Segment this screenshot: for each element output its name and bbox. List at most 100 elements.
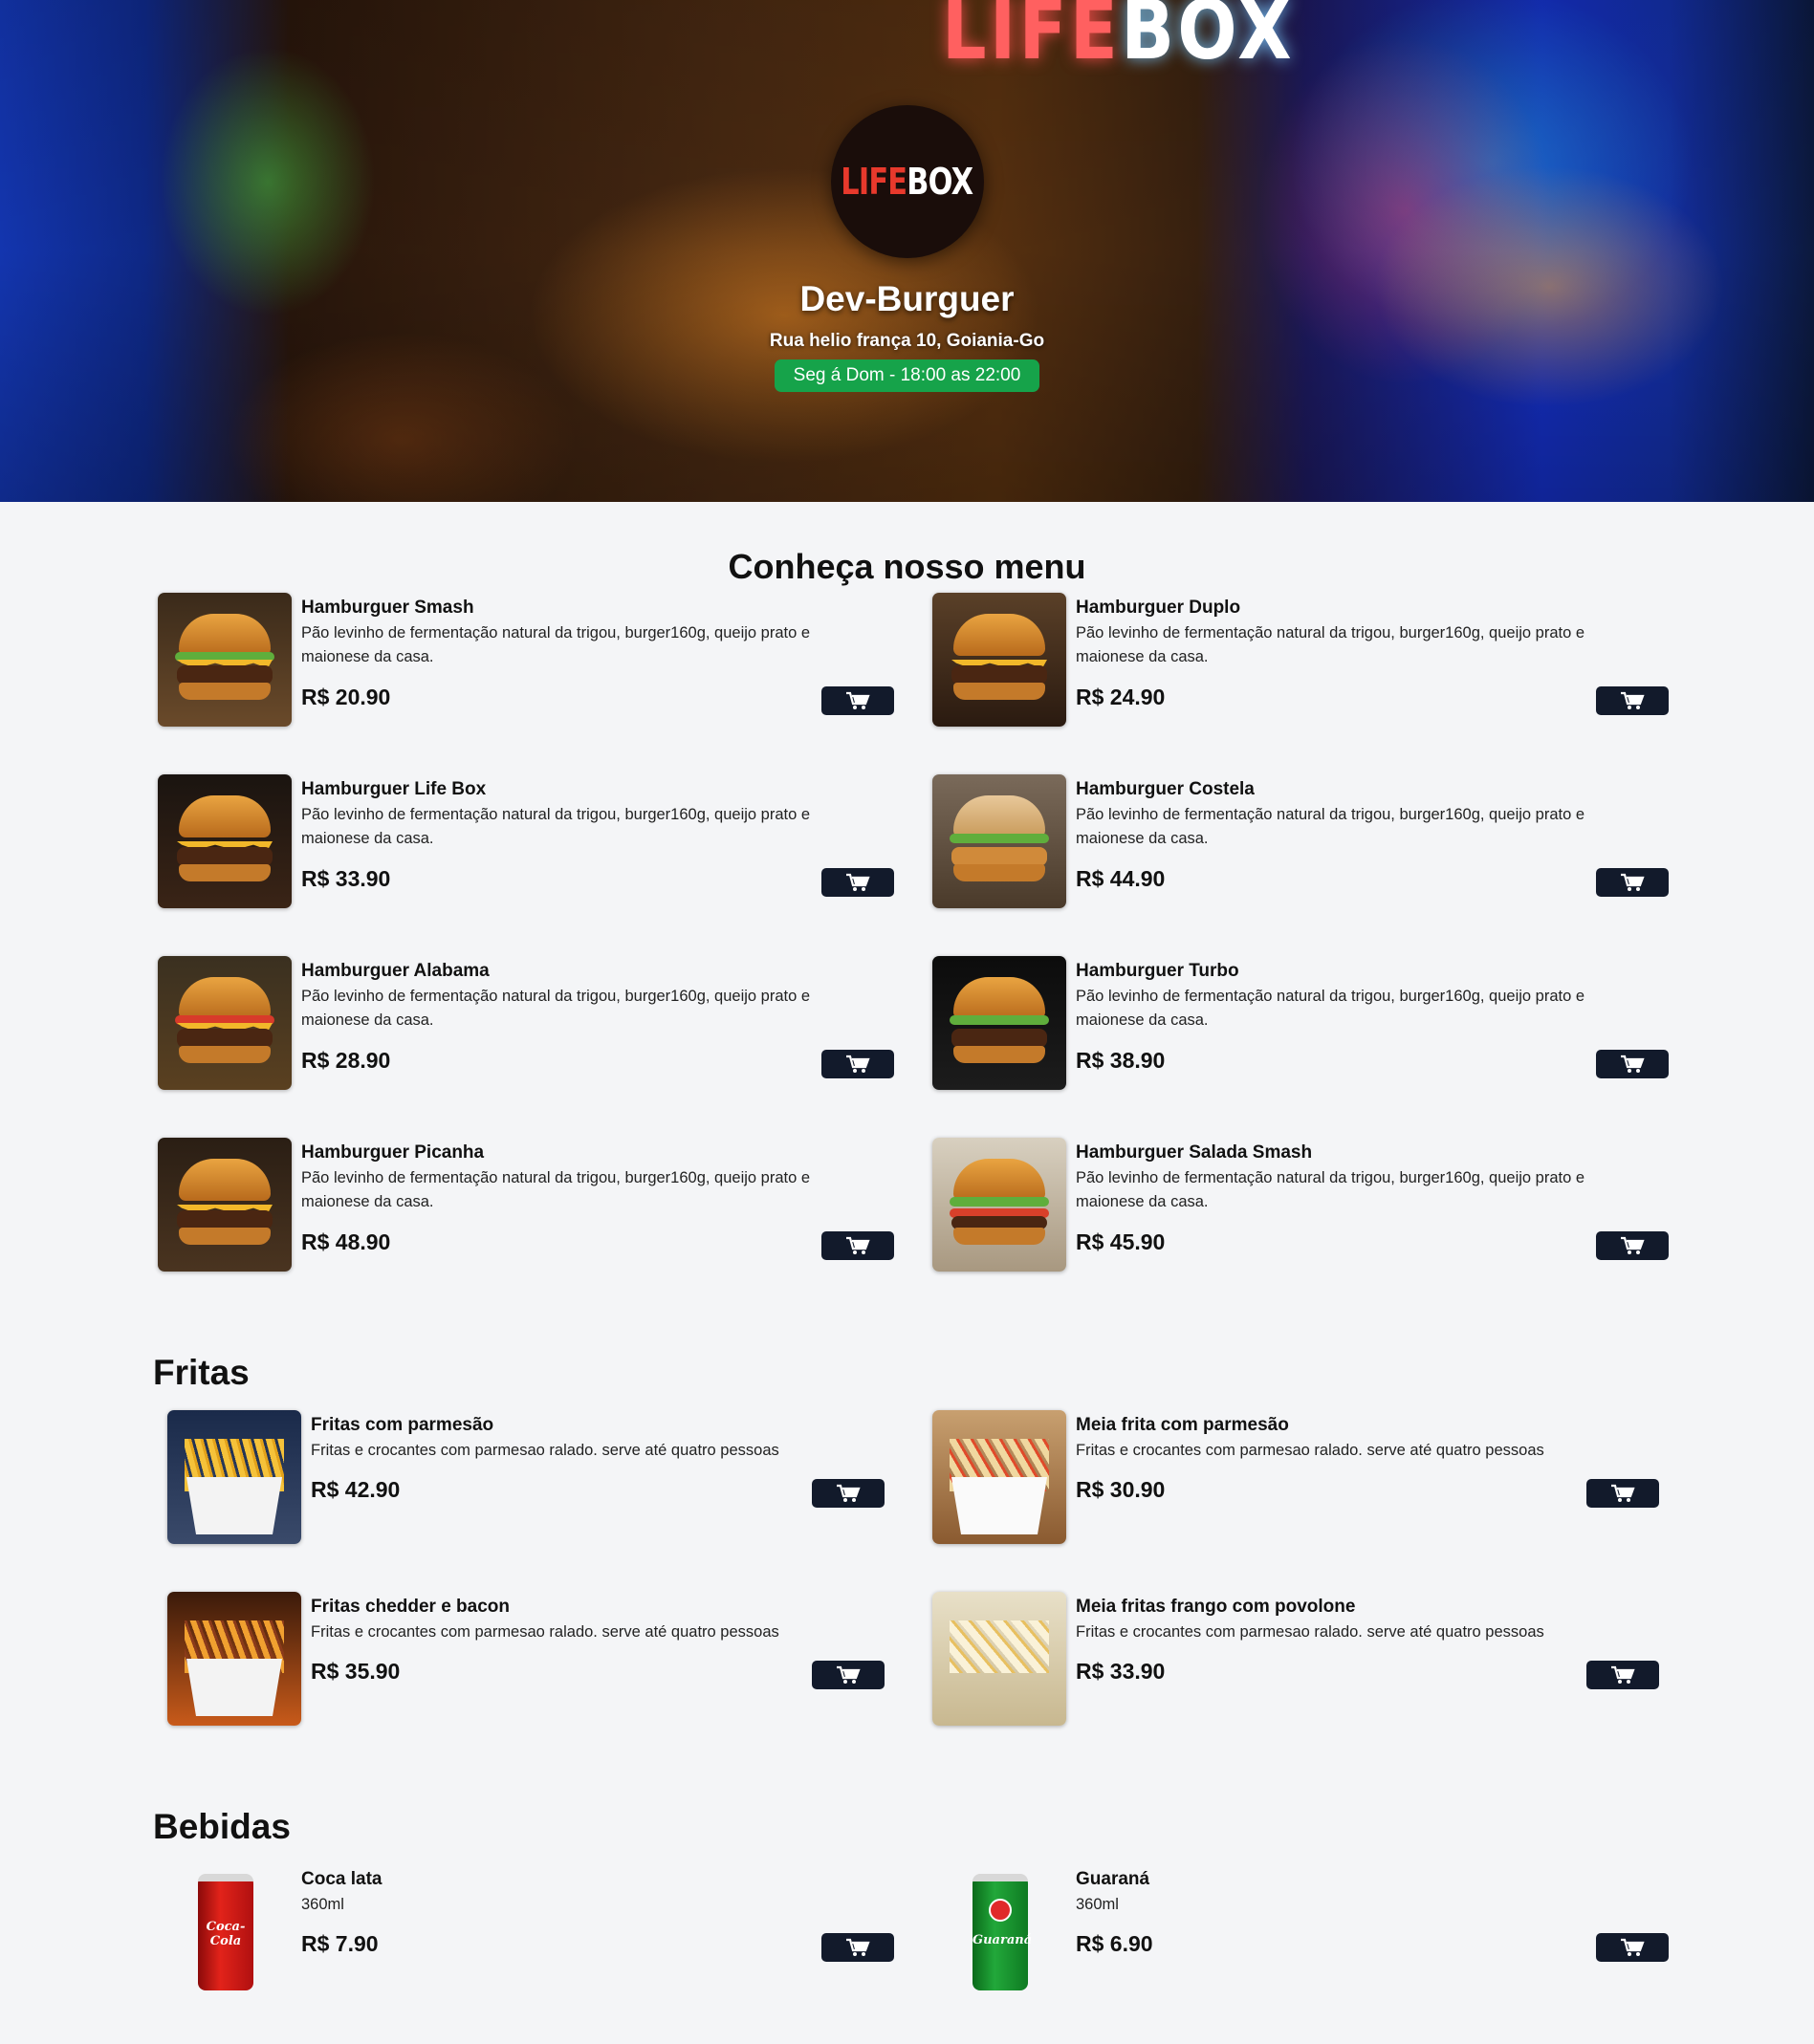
add-to-cart-button[interactable] [821,1933,894,1962]
item-description: 360ml [1076,1896,1119,1913]
can-label: Coca-Cola [206,1920,246,1948]
menu-item: Hamburguer Duplo Pão levinho de fermenta… [932,593,1669,727]
menu-content: Conheça nosso menu Hamburguer Smash Pão … [0,547,1814,2044]
storefront-sign: LIFEBOX [942,0,1296,78]
item-description: Pão levinho de fermentação natural da tr… [301,1169,811,1210]
burger-image [158,774,292,908]
cart-icon [846,873,870,891]
restaurant-address: Rua helio frança 10, Goiania-Go [769,331,1045,351]
logo-text-white: BOX [907,161,974,203]
cart-icon [1621,1938,1645,1956]
add-to-cart-button[interactable] [1586,1661,1659,1689]
burger-image [158,1138,292,1272]
logo-text-red: LIFE [841,161,908,203]
item-description: Pão levinho de fermentação natural da tr… [1076,624,1585,665]
burger-image [158,593,292,727]
item-description: Pão levinho de fermentação natural da tr… [1076,806,1585,847]
item-name: Meia frita com parmesão [1076,1415,1289,1435]
item-description: Pão levinho de fermentação natural da tr… [301,988,811,1029]
cart-icon [846,691,870,709]
opening-hours-badge: Seg á Dom - 18:00 as 22:00 [774,359,1040,392]
item-name: Hamburguer Alabama [301,961,490,981]
bebidas-section-title: Bebidas [153,1807,291,1846]
menu-title: Conheça nosso menu [728,547,1086,586]
cart-icon [837,1484,861,1502]
item-price: R$ 20.90 [301,685,391,709]
item-description: Pão levinho de fermentação natural da tr… [1076,988,1585,1029]
add-to-cart-button[interactable] [1586,1479,1659,1508]
add-to-cart-button[interactable] [812,1661,885,1689]
fries-image [167,1592,301,1726]
can-label: Guaraná [973,1933,1033,1947]
burger-grid: Hamburguer Smash Pão levinho de fermenta… [158,593,1814,1319]
add-to-cart-button[interactable] [1596,1933,1669,1962]
item-name: Guaraná [1076,1869,1150,1889]
item-name: Fritas com parmesão [311,1415,494,1435]
add-to-cart-button[interactable] [821,1050,894,1078]
item-name: Hamburguer Costela [1076,779,1255,799]
item-description: Fritas e crocantes com parmesao ralado. … [311,1623,779,1641]
item-name: Hamburguer Salada Smash [1076,1142,1313,1163]
add-to-cart-button[interactable] [1596,868,1669,897]
cart-icon [837,1665,861,1684]
item-price: R$ 45.90 [1076,1229,1166,1254]
fritas-section-title: Fritas [153,1353,250,1392]
fritas-grid: Fritas com parmesão Fritas e crocantes c… [158,1410,1814,1773]
burger-image [932,1138,1066,1272]
item-price: R$ 44.90 [1076,866,1166,891]
cart-icon [1621,691,1645,709]
bebidas-grid: Coca-Cola Coca lata 360ml R$ 7.90 Guaran… [158,1864,1814,2044]
menu-item: Hamburguer Turbo Pão levinho de fermenta… [932,956,1669,1090]
burger-image [932,956,1066,1090]
item-price: R$ 35.90 [311,1659,401,1684]
restaurant-logo: LIFEBOX [830,105,984,258]
item-price: R$ 24.90 [1076,685,1166,709]
item-description: Fritas e crocantes com parmesao ralado. … [1076,1623,1544,1641]
fries-image [167,1410,301,1544]
item-price: R$ 6.90 [1076,1931,1153,1956]
item-price: R$ 30.90 [1076,1477,1166,1502]
item-price: R$ 33.90 [301,866,391,891]
add-to-cart-button[interactable] [812,1479,885,1508]
item-price: R$ 33.90 [1076,1659,1166,1684]
item-description: Pão levinho de fermentação natural da tr… [301,806,811,847]
cart-icon [846,1055,870,1073]
item-price: R$ 7.90 [301,1931,379,1956]
restaurant-name: Dev-Burguer [799,279,1015,318]
add-to-cart-button[interactable] [1596,1050,1669,1078]
menu-item: Hamburguer Smash Pão levinho de fermenta… [158,593,894,727]
item-name: Meia fritas frango com povolone [1076,1597,1356,1617]
item-description: Fritas e crocantes com parmesao ralado. … [1076,1442,1544,1459]
menu-item: Hamburguer Alabama Pão levinho de fermen… [158,956,894,1090]
menu-item: Meia fritas frango com povolone Fritas e… [932,1592,1659,1726]
item-name: Hamburguer Turbo [1076,961,1239,981]
item-name: Hamburguer Picanha [301,1142,485,1163]
hero-banner: LIFEBOX LIFEBOX Dev-Burguer Rua helio fr… [0,0,1814,502]
add-to-cart-button[interactable] [1596,686,1669,715]
add-to-cart-button[interactable] [821,686,894,715]
burger-image [932,593,1066,727]
item-price: R$ 28.90 [301,1048,391,1073]
fries-image [932,1592,1066,1726]
item-name: Coca lata [301,1869,382,1889]
item-name: Hamburguer Life Box [301,779,487,799]
add-to-cart-button[interactable] [1596,1231,1669,1260]
burger-image [932,774,1066,908]
menu-item: Hamburguer Salada Smash Pão levinho de f… [932,1138,1669,1272]
menu-item: Hamburguer Costela Pão levinho de fermen… [932,774,1669,908]
cart-icon [1611,1484,1635,1502]
cart-icon [846,1236,870,1254]
cart-icon [1621,1055,1645,1073]
item-name: Fritas chedder e bacon [311,1597,511,1617]
menu-item: Hamburguer Life Box Pão levinho de ferme… [158,774,894,908]
burger-image [158,956,292,1090]
cart-icon [1621,1236,1645,1254]
add-to-cart-button[interactable] [821,1231,894,1260]
item-description: Pão levinho de fermentação natural da tr… [301,624,811,665]
item-description: Pão levinho de fermentação natural da tr… [1076,1169,1585,1210]
cart-icon [1621,873,1645,891]
add-to-cart-button[interactable] [821,868,894,897]
menu-item: Fritas com parmesão Fritas e crocantes c… [158,1410,885,1544]
item-price: R$ 48.90 [301,1229,391,1254]
guarana-can-image: Guaraná [932,1864,1066,1998]
